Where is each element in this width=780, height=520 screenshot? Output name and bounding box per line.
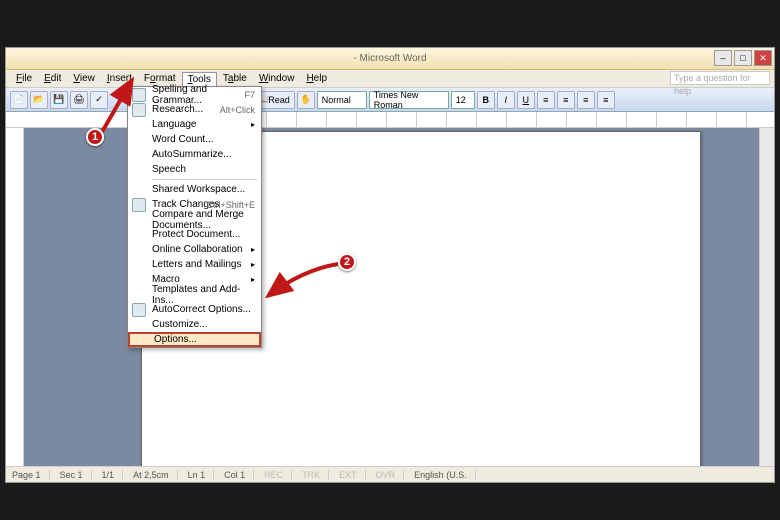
menu-compare[interactable]: Compare and Merge Documents...	[128, 212, 261, 227]
menu-speech[interactable]: Speech	[128, 162, 261, 177]
bold-icon[interactable]: B	[477, 91, 495, 109]
menu-templates[interactable]: Templates and Add-Ins...	[128, 287, 261, 302]
submenu-arrow-icon: ▸	[251, 120, 255, 129]
menu-file[interactable]: File	[10, 71, 38, 86]
menu-autosummarize[interactable]: AutoSummarize...	[128, 147, 261, 162]
underline-icon[interactable]: U	[517, 91, 535, 109]
align-center-icon[interactable]: ≡	[557, 91, 575, 109]
menu-separator	[152, 179, 257, 180]
status-ovr: OVR	[376, 470, 405, 480]
menu-help[interactable]: Help	[300, 71, 333, 86]
menu-letters[interactable]: Letters and Mailings▸	[128, 257, 261, 272]
status-at: At 2,5cm	[133, 470, 178, 480]
open-icon[interactable]: 📂	[30, 91, 48, 109]
menu-view[interactable]: View	[67, 71, 101, 86]
status-ext: EXT	[339, 470, 366, 480]
submenu-arrow-icon: ▸	[251, 245, 255, 254]
callout-1: 1	[86, 128, 104, 146]
justify-icon[interactable]: ≡	[597, 91, 615, 109]
title-bar: - Microsoft Word – □ ✕	[6, 48, 774, 70]
status-sec: Sec 1	[60, 470, 92, 480]
style-selector[interactable]: Normal	[317, 91, 367, 109]
menu-shared-workspace[interactable]: Shared Workspace...	[128, 182, 261, 197]
maximize-button[interactable]: □	[734, 50, 752, 66]
arrow-2	[262, 260, 342, 305]
menu-customize[interactable]: Customize...	[128, 317, 261, 332]
autocorrect-icon	[132, 303, 146, 317]
submenu-arrow-icon: ▸	[251, 260, 255, 269]
menu-autocorrect[interactable]: AutoCorrect Options...	[128, 302, 261, 317]
vertical-scrollbar[interactable]	[759, 128, 774, 466]
title-text: - Microsoft Word	[353, 53, 426, 64]
menu-options[interactable]: Options...	[128, 332, 261, 347]
status-pages: 1/1	[102, 470, 124, 480]
menu-edit[interactable]: Edit	[38, 71, 67, 86]
arrow-1	[98, 76, 148, 141]
status-trk: TRK	[302, 470, 329, 480]
minimize-button[interactable]: –	[714, 50, 732, 66]
font-selector[interactable]: Times New Roman	[369, 91, 449, 109]
align-left-icon[interactable]: ≡	[537, 91, 555, 109]
status-col: Col 1	[224, 470, 254, 480]
menu-window[interactable]: Window	[253, 71, 301, 86]
help-search-input[interactable]: Type a question for help	[670, 71, 770, 85]
new-doc-icon[interactable]: 📄	[10, 91, 28, 109]
track-icon	[132, 198, 146, 212]
status-lang: English (U.S.	[414, 470, 476, 480]
save-icon[interactable]: 💾	[50, 91, 68, 109]
close-button[interactable]: ✕	[754, 50, 772, 66]
align-right-icon[interactable]: ≡	[577, 91, 595, 109]
window-controls: – □ ✕	[714, 50, 772, 66]
italic-icon[interactable]: I	[497, 91, 515, 109]
status-ln: Ln 1	[188, 470, 215, 480]
status-page: Page 1	[12, 470, 50, 480]
print-icon[interactable]: 🖨	[70, 91, 88, 109]
status-rec: REC	[264, 470, 292, 480]
menu-online-collab[interactable]: Online Collaboration▸	[128, 242, 261, 257]
size-selector[interactable]: 12	[451, 91, 475, 109]
menu-protect[interactable]: Protect Document...	[128, 227, 261, 242]
callout-2: 2	[338, 253, 356, 271]
document-area	[6, 128, 774, 466]
hand-icon[interactable]: ✋	[297, 91, 315, 109]
vertical-ruler[interactable]	[6, 128, 24, 466]
status-bar: Page 1 Sec 1 1/1 At 2,5cm Ln 1 Col 1 REC…	[6, 466, 774, 482]
